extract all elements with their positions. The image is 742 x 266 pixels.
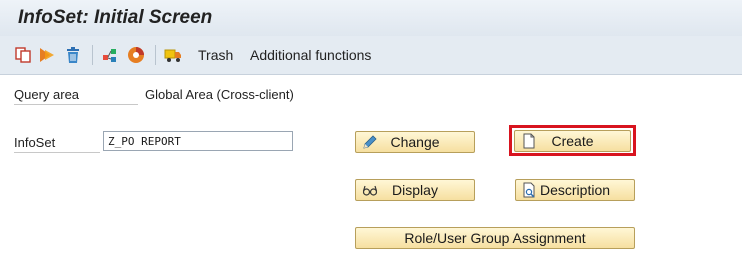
display-button[interactable]: Display bbox=[355, 179, 475, 201]
toolbar-separator bbox=[92, 45, 93, 65]
query-area-label: Query area bbox=[14, 87, 138, 105]
description-button[interactable]: Description bbox=[515, 179, 635, 201]
create-button-label: Create bbox=[551, 133, 594, 149]
delete-icon[interactable] bbox=[64, 46, 82, 64]
title-bar: InfoSet: Initial Screen bbox=[0, 0, 742, 37]
pie-chart-icon[interactable] bbox=[127, 46, 145, 64]
role-user-group-assignment-button-label: Role/User Group Assignment bbox=[404, 230, 586, 246]
tree-icon[interactable] bbox=[101, 46, 119, 64]
copy-icon[interactable] bbox=[14, 46, 32, 64]
additional-functions-menu[interactable]: Additional functions bbox=[250, 47, 371, 63]
glasses-icon bbox=[362, 185, 378, 196]
change-button-label: Change bbox=[390, 134, 440, 150]
infoset-label: InfoSet bbox=[14, 135, 100, 153]
role-user-group-assignment-button[interactable]: Role/User Group Assignment bbox=[355, 227, 635, 249]
document-search-icon bbox=[523, 182, 535, 198]
trash-menu[interactable]: Trash bbox=[198, 47, 233, 63]
pencil-icon bbox=[363, 135, 377, 149]
create-button[interactable]: Create bbox=[514, 130, 631, 152]
application-toolbar: Trash Additional functions bbox=[0, 36, 742, 75]
infoset-input[interactable]: Z_PO REPORT bbox=[103, 131, 293, 151]
description-button-label: Description bbox=[539, 182, 611, 198]
truck-icon[interactable] bbox=[164, 46, 182, 64]
display-button-label: Display bbox=[392, 182, 438, 198]
document-icon bbox=[523, 133, 535, 149]
page-title: InfoSet: Initial Screen bbox=[18, 7, 213, 28]
query-area-value: Global Area (Cross-client) bbox=[145, 87, 294, 102]
toolbar-separator bbox=[155, 45, 156, 65]
execute-icon[interactable] bbox=[38, 46, 56, 64]
change-button[interactable]: Change bbox=[355, 131, 475, 153]
